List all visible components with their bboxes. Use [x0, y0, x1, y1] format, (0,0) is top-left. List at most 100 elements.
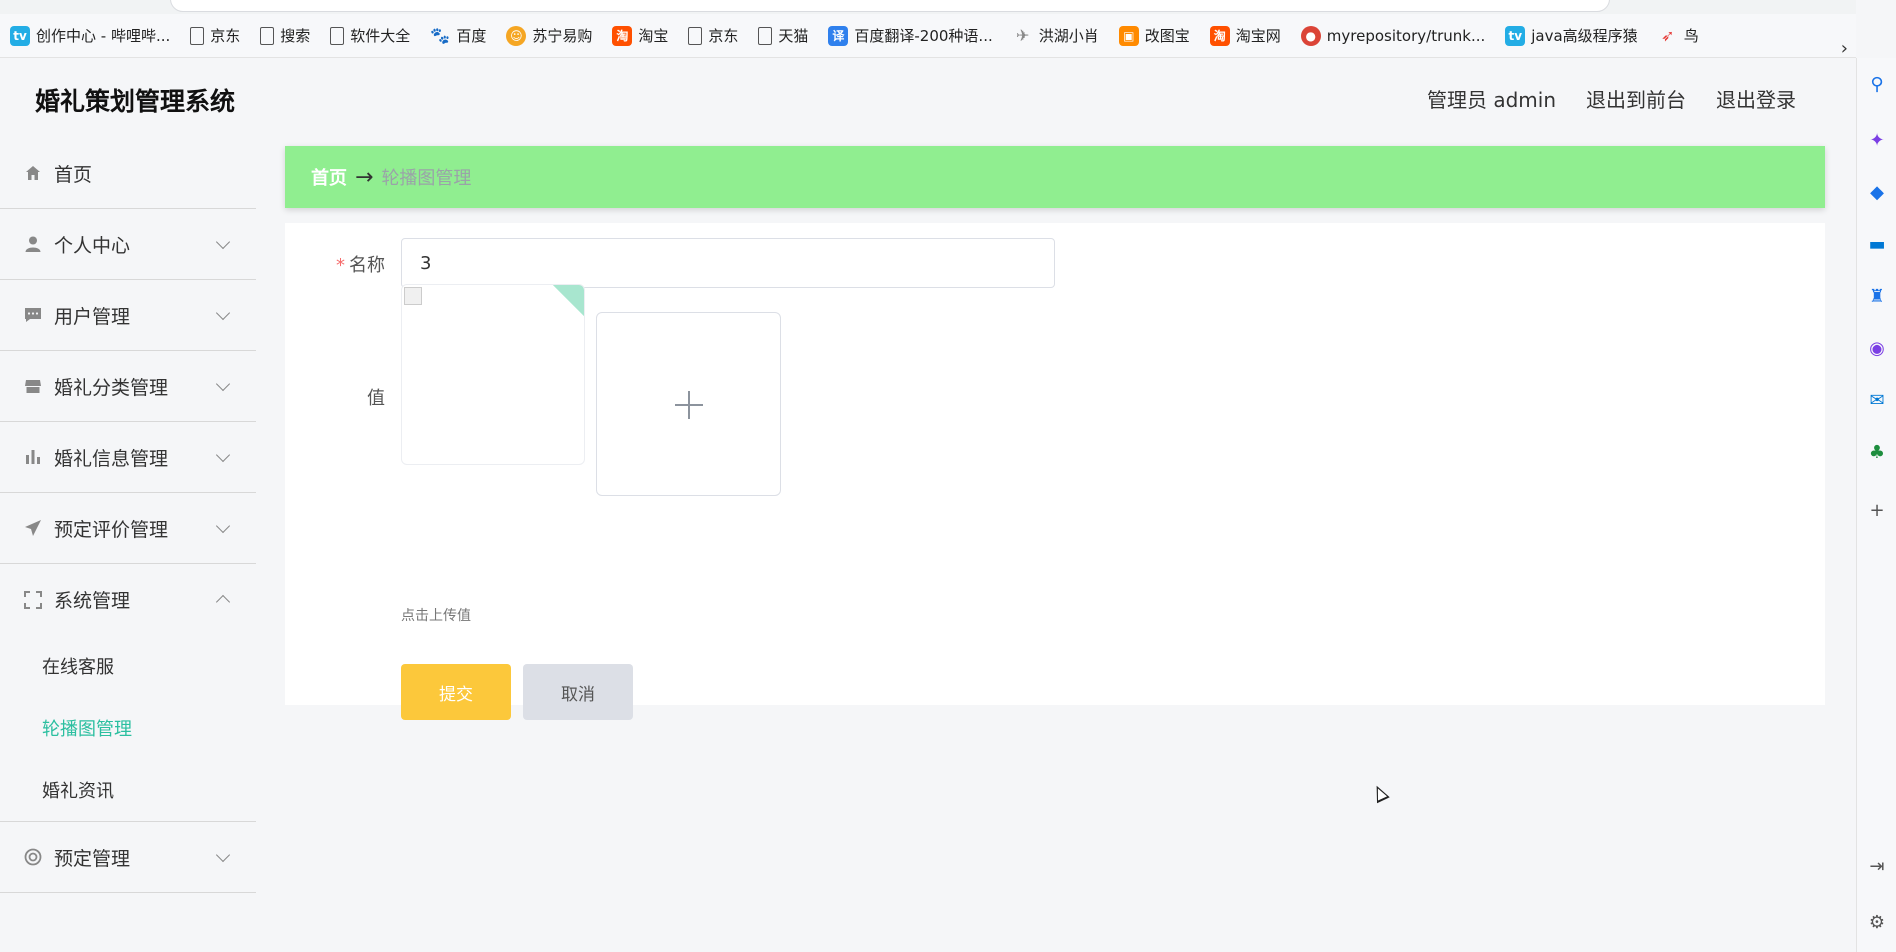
- submenu-item-online-service[interactable]: 在线客服: [0, 635, 256, 697]
- suning-icon: ☺: [506, 25, 527, 46]
- menu-item-user-management[interactable]: 用户管理: [0, 280, 256, 351]
- user-icon: [22, 233, 44, 255]
- outlook-icon[interactable]: ✉: [1865, 388, 1889, 412]
- bookmark-item[interactable]: 天猫: [758, 25, 808, 46]
- bookmark-item[interactable]: 淘淘宝网: [1209, 25, 1281, 46]
- bookmark-item[interactable]: 淘淘宝: [612, 25, 668, 46]
- bookmark-item[interactable]: 京东: [688, 25, 738, 46]
- menu-item-system-management[interactable]: 系统管理: [0, 564, 256, 635]
- uploaded-image-thumbnail[interactable]: [401, 284, 585, 465]
- fullscreen-icon: [22, 589, 44, 611]
- breadcrumb-current: 轮播图管理: [381, 168, 472, 189]
- chevron-down-icon: [215, 234, 231, 250]
- translate-icon: 译: [828, 25, 849, 46]
- bird-icon: ✈: [1016, 26, 1030, 45]
- image-upload-button[interactable]: [596, 312, 781, 496]
- bookmark-item[interactable]: ● myrepository/trunk...: [1300, 25, 1485, 46]
- bookmark-item[interactable]: ▣ 改图宝: [1118, 25, 1190, 46]
- chevron-down-icon: [215, 847, 231, 863]
- add-icon[interactable]: +: [1865, 498, 1889, 522]
- bookmark-item[interactable]: ☺ 苏宁易购: [506, 25, 592, 46]
- chevron-right-icon[interactable]: ›: [1841, 38, 1848, 59]
- header-links: 管理员 admin 退出到前台 退出登录: [1427, 84, 1796, 113]
- menu-item-booking-management[interactable]: 预定管理: [0, 822, 256, 893]
- menu-item-home[interactable]: 首页: [0, 138, 256, 209]
- bookmark-item[interactable]: ➶ 鸟: [1658, 25, 1699, 46]
- bilibili-icon: tv: [10, 25, 30, 46]
- exit-to-front-link[interactable]: 退出到前台: [1586, 84, 1686, 113]
- page-icon: [330, 26, 345, 45]
- submenu-item-carousel[interactable]: 轮播图管理: [0, 697, 256, 759]
- page-icon: [260, 26, 275, 45]
- panel-toggle-icon[interactable]: ⇥: [1865, 854, 1889, 878]
- system-submenu: 在线客服 轮播图管理 婚礼资讯: [0, 635, 256, 822]
- menu-item-review-management[interactable]: 预定评价管理: [0, 493, 256, 564]
- bar-chart-icon: [22, 446, 44, 468]
- chevron-down-icon: [215, 305, 231, 321]
- lifebuoy-icon: [22, 846, 44, 868]
- browser-toolbar: [0, 0, 1856, 14]
- app-root: 婚礼策划管理系统 管理员 admin 退出到前台 退出登录 首页 个人中心 用户…: [0, 58, 1856, 952]
- chevron-down-icon: [215, 447, 231, 463]
- breadcrumb: 首页 → 轮播图管理: [285, 146, 1825, 208]
- tree-icon[interactable]: ♣: [1865, 440, 1889, 464]
- browser-side-panel: ⚲ ✦ ◆ ▬ ♜ ◉ ✉ ♣ + ⇥ ⚙: [1856, 58, 1896, 952]
- gear-icon[interactable]: ⚙: [1865, 910, 1889, 934]
- bookmark-item[interactable]: 搜索: [260, 25, 310, 46]
- office-icon[interactable]: ◉: [1865, 336, 1889, 360]
- submit-button[interactable]: 提交: [401, 664, 511, 720]
- menu-item-personal-center[interactable]: 个人中心: [0, 209, 256, 280]
- bookmarks-bar: tv 创作中心 - 哔哩哔... 京东 搜索 软件大全 🐾 百度 ☺ 苏宁易购 淘淘宝…: [0, 14, 1856, 59]
- baidu-icon: 🐾: [430, 26, 451, 45]
- chevron-down-icon: [215, 376, 231, 392]
- logout-link[interactable]: 退出登录: [1716, 84, 1796, 113]
- page-icon: [190, 26, 205, 45]
- upload-success-badge: [552, 285, 584, 317]
- send-icon: [22, 517, 44, 539]
- chrome-icon: ●: [1300, 25, 1321, 46]
- bookmark-item[interactable]: 京东: [190, 25, 240, 46]
- tag-icon[interactable]: ◆: [1865, 180, 1889, 204]
- copilot-icon[interactable]: ✦: [1865, 128, 1889, 152]
- arrow-right-icon: →: [355, 164, 374, 190]
- admin-label: 管理员 admin: [1426, 88, 1556, 112]
- app-title: 婚礼策划管理系统: [35, 87, 236, 116]
- app-header: 婚礼策划管理系统 管理员 admin 退出到前台 退出登录: [0, 58, 1856, 138]
- address-bar[interactable]: [170, 0, 1610, 12]
- sidebar-menu: 首页 个人中心 用户管理 婚礼分类管理 婚礼信息管理 预定评价管理 系统管理 在…: [0, 138, 256, 952]
- games-icon[interactable]: ♜: [1865, 284, 1889, 308]
- chevron-up-icon: [215, 594, 231, 610]
- taobao-icon: 淘: [1209, 25, 1230, 46]
- menu-item-wedding-category[interactable]: 婚礼分类管理: [0, 351, 256, 422]
- submenu-item-wedding-news[interactable]: 婚礼资讯: [0, 759, 256, 821]
- mouse-cursor-icon: [1370, 782, 1390, 804]
- bird-red-icon: ➶: [1660, 26, 1675, 45]
- taobao-icon: 淘: [612, 25, 633, 46]
- page-icon: [758, 26, 773, 45]
- chevron-down-icon: [215, 518, 231, 534]
- name-input[interactable]: [401, 238, 1055, 288]
- value-label: 值: [367, 388, 385, 409]
- home-icon: [22, 162, 44, 184]
- bookmark-item[interactable]: 软件大全: [330, 25, 410, 46]
- bookmark-item[interactable]: tv 创作中心 - 哔哩哔...: [10, 25, 170, 46]
- menu-item-wedding-info[interactable]: 婚礼信息管理: [0, 422, 256, 493]
- bookmark-item[interactable]: 🐾 百度: [430, 25, 486, 46]
- toolbox-icon[interactable]: ▬: [1865, 232, 1889, 256]
- carousel-form: *名称 值 点击上传值 提交 取消: [285, 223, 1825, 720]
- page-icon: [688, 26, 703, 45]
- bookmark-item[interactable]: 译百度翻译-200种语...: [828, 25, 993, 46]
- bookmark-item[interactable]: tv java高级程序猿: [1505, 25, 1638, 46]
- broken-image-icon: [404, 287, 422, 305]
- search-icon[interactable]: ⚲: [1865, 72, 1889, 96]
- required-mark: *: [336, 255, 345, 276]
- gaitubao-icon: ▣: [1118, 25, 1139, 46]
- bilibili-icon: tv: [1505, 25, 1526, 46]
- store-icon: [22, 375, 44, 397]
- cancel-button[interactable]: 取消: [523, 664, 633, 720]
- name-label: * 名称: [336, 255, 385, 276]
- breadcrumb-home[interactable]: 首页: [311, 164, 347, 190]
- bookmark-item[interactable]: ✈ 洪湖小肖: [1013, 25, 1099, 46]
- upload-hint: 点击上传值: [401, 608, 471, 624]
- chat-icon: [22, 304, 44, 326]
